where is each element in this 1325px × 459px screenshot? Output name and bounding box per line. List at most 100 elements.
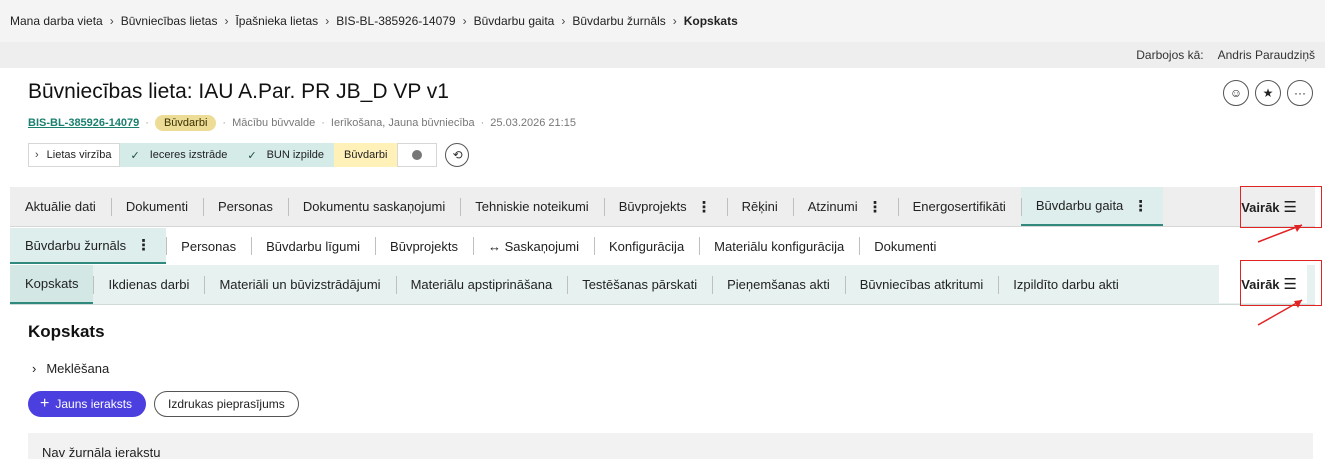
section-title: Kopskats xyxy=(28,322,105,341)
kebab-menu-icon[interactable]: ⋮ xyxy=(697,198,712,216)
chevron-right-icon: › xyxy=(35,149,39,161)
acting-as-user[interactable]: Andris Paraudziņš xyxy=(1218,48,1315,62)
tab-kopskats[interactable]: Kopskats xyxy=(10,265,94,304)
tab-label: Būvdarbu gaita xyxy=(1035,198,1124,213)
annotation-arrows xyxy=(1257,224,1303,326)
search-toggle-label: Meklēšana xyxy=(46,361,110,376)
header-actions: ☺ ★ ··· xyxy=(1223,80,1313,106)
search-toggle[interactable]: › Meklēšana xyxy=(32,361,109,376)
breadcrumb-current: Kopskats xyxy=(683,14,738,28)
check-icon: ✓ xyxy=(130,149,140,162)
progress-step: ✓ Ieceres izstrāde xyxy=(120,143,238,167)
tab-ikdienas-darbi[interactable]: Ikdienas darbi xyxy=(93,265,204,304)
tab-label: Pieņemšanas akti xyxy=(727,277,830,292)
tab-dokumenti[interactable]: Dokumenti xyxy=(110,187,203,226)
acting-as-label: Darbojos kā: xyxy=(1136,48,1204,62)
breadcrumb-item[interactable]: BIS-BL-385926-14079 xyxy=(336,14,455,28)
breadcrumb: Mana darba vieta › Būvniecības lietas › Īpaš… xyxy=(0,0,1325,42)
more-label: Vairāk xyxy=(1241,199,1280,215)
tab-label: Materiāli un būvizstrādājumi xyxy=(219,277,381,292)
case-id-link[interactable]: BIS-BL-385926-14079 xyxy=(28,117,139,129)
tab-atzinumi[interactable]: Atzinumi ⋮ xyxy=(792,187,898,226)
tab-materiālu-konfigurācija[interactable]: Materiālu konfigurācija xyxy=(699,228,859,264)
progress-step-label: BUN izpilde xyxy=(266,149,325,161)
progress-step-label: Ieceres izstrāde xyxy=(149,149,228,161)
page-title: Būvniecības lieta: IAU A.Par. PR JB_D VP… xyxy=(28,80,449,103)
annotation-arrowhead xyxy=(1294,225,1302,232)
kebab-menu-icon[interactable]: ⋮ xyxy=(868,198,883,216)
tab-būvdarbu-gaita[interactable]: Būvdarbu gaita ⋮ xyxy=(1020,187,1164,226)
breadcrumb-item[interactable]: Mana darba vieta xyxy=(10,14,103,28)
tab-label: Aktuālie dati xyxy=(25,199,96,214)
tab-energosertifikāti[interactable]: Energosertifikāti xyxy=(897,187,1021,226)
meta-separator: · xyxy=(222,117,227,129)
tab-label: Kopskats xyxy=(25,276,79,291)
breadcrumb-item[interactable]: Būvdarbu žurnāls xyxy=(572,14,665,28)
tab-label: Būvdarbu žurnāls xyxy=(25,237,127,253)
tab-būvprojekts[interactable]: Būvprojekts ⋮ xyxy=(603,187,727,226)
breadcrumb-item[interactable]: Būvdarbu gaita xyxy=(474,14,555,28)
journal-tabs: Kopskats Ikdienas darbi Materiāli un būviz… xyxy=(10,265,1315,305)
case-type-text: Ierīkošana, Jauna būvniecība xyxy=(330,117,475,129)
tab-personas[interactable]: Personas xyxy=(202,187,288,226)
authority-text: Mācību būvvalde xyxy=(232,117,316,129)
tab-label: Personas xyxy=(181,238,237,254)
kebab-menu-icon[interactable]: ⋮ xyxy=(136,236,151,254)
history-icon[interactable]: ⟲ xyxy=(445,143,470,167)
tab-label: ↔ Saskaņojumi xyxy=(487,238,580,254)
tab-label: Izpildīto darbu akti xyxy=(1013,277,1119,292)
progress-step: ✓ BUN izpilde xyxy=(237,143,335,167)
tab-label: Būvprojekts xyxy=(390,238,458,254)
tab-label: Materiālu apstiprināšana xyxy=(410,277,553,292)
tab-būvniecības-atkritumi[interactable]: Būvniecības atkritumi xyxy=(844,265,999,304)
tab-label: Konfigurācija xyxy=(609,238,685,254)
main-tabs-more-button[interactable]: Vairāk ☰ xyxy=(1219,187,1307,227)
tab-būvprojekts[interactable]: Būvprojekts xyxy=(375,228,473,264)
tab-label: Atzinumi xyxy=(807,199,858,214)
chevron-right-icon: › xyxy=(32,361,37,376)
tab-label: Personas xyxy=(217,199,273,214)
check-icon: ✓ xyxy=(247,149,257,162)
print-request-button[interactable]: Izdrukas pieprasījums xyxy=(154,391,299,417)
tab-būvdarbu-žurnāls[interactable]: Būvdarbu žurnāls ⋮ xyxy=(10,228,167,264)
tab-tehniskie-noteikumi[interactable]: Tehniskie noteikumi xyxy=(460,187,603,226)
new-entry-label: Jauns ieraksts xyxy=(55,397,133,411)
tab-materiāli-un-būvizstrādājumi[interactable]: Materiāli un būvizstrādājumi xyxy=(204,265,395,304)
tab-rēķini[interactable]: Rēķini xyxy=(726,187,793,226)
more-icon[interactable]: ··· xyxy=(1287,80,1313,106)
tab-dokumentu-saskaņojumi[interactable]: Dokumentu saskaņojumi xyxy=(287,187,460,226)
case-progress-toggle[interactable]: › Lietas virzība xyxy=(28,143,121,167)
chevron-right-icon: › xyxy=(462,14,467,28)
tab-testēšanas-pārskati[interactable]: Testēšanas pārskati xyxy=(567,265,712,304)
progress-end-step xyxy=(397,143,438,167)
chevron-right-icon: › xyxy=(325,14,330,28)
tab-label: Testēšanas pārskati xyxy=(582,277,698,292)
tab-personas[interactable]: Personas xyxy=(166,228,251,264)
chevron-right-icon: › xyxy=(224,14,229,28)
chevron-right-icon: › xyxy=(109,14,114,28)
star-icon[interactable]: ★ xyxy=(1255,80,1281,106)
tab-saskaņojumi[interactable]: ↔ Saskaņojumi xyxy=(472,228,594,264)
tab-dokumenti[interactable]: Dokumenti xyxy=(859,228,951,264)
tab-konfigurācija[interactable]: Konfigurācija xyxy=(594,228,699,264)
tab-label: Būvniecības atkritumi xyxy=(859,277,984,292)
meta-separator: · xyxy=(321,117,325,129)
tab-izpildīto-darbu-akti[interactable]: Izpildīto darbu akti xyxy=(998,265,1134,304)
tab-label: Ikdienas darbi xyxy=(108,277,190,292)
tab-būvdarbu-līgumi[interactable]: Būvdarbu līgumi xyxy=(251,228,375,264)
empty-message: Nav žurnāla ierakstu xyxy=(42,445,161,459)
breadcrumb-item[interactable]: Būvniecības lietas xyxy=(121,14,218,28)
annotation-arrow xyxy=(1257,299,1303,326)
person-icon[interactable]: ☺ xyxy=(1223,80,1249,106)
tab-label: Dokumenti xyxy=(874,238,937,254)
new-entry-button[interactable]: + Jauns ieraksts xyxy=(28,391,147,417)
kebab-menu-icon[interactable]: ⋮ xyxy=(1133,197,1148,215)
progress-steps: ✓ Ieceres izstrāde ✓ BUN izpilde Būvdarbi xyxy=(120,143,398,167)
tab-label: Dokumenti xyxy=(125,199,188,214)
sub-tabs: Būvdarbu žurnāls ⋮ Personas Būvdarbu līgumi… xyxy=(10,228,1315,264)
tab-materiālu-apstiprināšana[interactable]: Materiālu apstiprināšana xyxy=(395,265,568,304)
menu-lines-icon: ☰ xyxy=(1283,199,1297,216)
tab-aktuālie-dati[interactable]: Aktuālie dati xyxy=(10,187,111,226)
breadcrumb-item[interactable]: Īpašnieka lietas xyxy=(235,14,318,28)
tab-pieņemšanas-akti[interactable]: Pieņemšanas akti xyxy=(712,265,845,304)
